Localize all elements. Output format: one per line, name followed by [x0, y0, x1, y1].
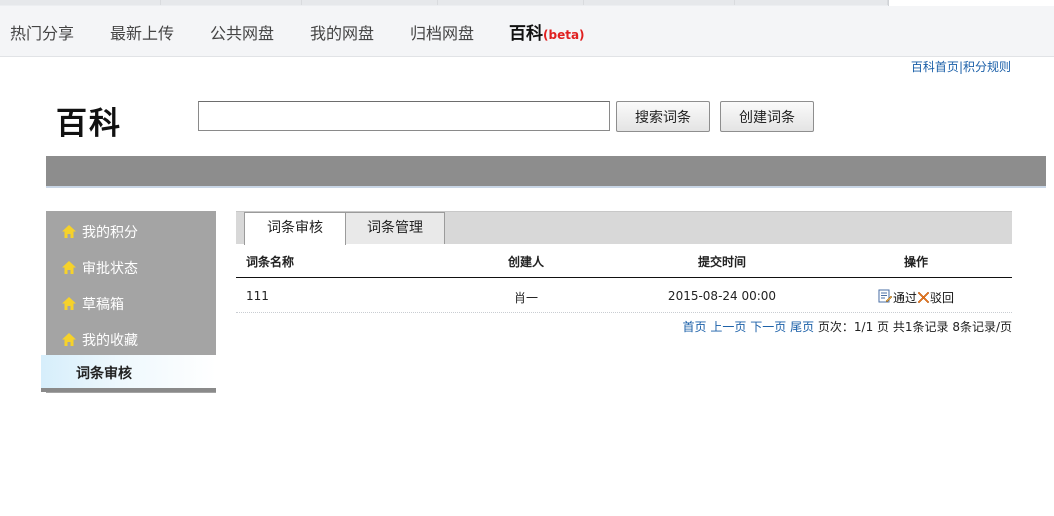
browser-tab[interactable] [735, 0, 888, 5]
sidebar-item-label: 审批状态 [82, 261, 138, 277]
reject-label: 驳回 [930, 291, 955, 305]
header-divider-bar [46, 156, 1046, 188]
table-row: 111 肖一 2015-08-24 00:00 通过 驳回 [236, 278, 1012, 313]
home-icon [62, 297, 76, 310]
entry-time: 2015-08-24 00:00 [667, 289, 777, 303]
nav-public-disk[interactable]: 公共网盘 [210, 20, 274, 44]
create-entry-button[interactable]: 创建词条 [720, 101, 814, 132]
browser-tab[interactable] [438, 0, 584, 5]
top-navigation: 热门分享 最新上传 公共网盘 我的网盘 归档网盘 百科(beta) [0, 0, 1054, 57]
entry-creator: 肖一 [513, 291, 539, 305]
sidebar-item-my-points[interactable]: 我的积分 [62, 222, 138, 242]
nav-wiki-label: 百科 [509, 24, 543, 44]
sidebar-item-drafts[interactable]: 草稿箱 [62, 294, 124, 314]
column-header-time: 提交时间 [697, 255, 747, 269]
sidebar-item-label: 我的积分 [82, 225, 138, 241]
top-links: 百科首页|积分规则 [911, 58, 1011, 75]
beta-badge: (beta) [543, 28, 585, 42]
table-header: 词条名称 创建人 提交时间 操作 [236, 243, 1012, 278]
wiki-logo: 百科 [56, 106, 122, 142]
sidebar-item-entry-review[interactable]: 词条审核 [41, 355, 216, 388]
column-header-actions: 操作 [903, 255, 929, 269]
sidebar-item-label: 词条审核 [76, 366, 132, 382]
browser-tab-strip [0, 0, 1054, 6]
sidebar-item-label: 草稿箱 [82, 297, 124, 313]
points-rules-link[interactable]: 积分规则 [963, 60, 1011, 74]
wiki-home-link[interactable]: 百科首页 [911, 60, 959, 74]
browser-tab[interactable] [161, 0, 302, 5]
browser-tab[interactable] [584, 0, 735, 5]
browser-tab[interactable] [0, 0, 161, 5]
pagination: 首页 上一页 下一页 尾页 页次：1/1 页 共1条记录 8条记录/页 [683, 318, 1012, 335]
approve-label: 通过 [892, 291, 917, 305]
pager-next[interactable]: 下一页 [750, 320, 786, 334]
reject-button[interactable]: 驳回 [917, 291, 954, 305]
pager-prev[interactable]: 上一页 [710, 320, 746, 334]
home-icon [62, 261, 76, 274]
home-icon [62, 225, 76, 238]
entry-name: 111 [246, 289, 269, 303]
pager-info: 页次：1/1 页 共1条记录 8条记录/页 [817, 320, 1012, 334]
sidebar-item-label: 我的收藏 [82, 333, 138, 349]
tab-entry-review[interactable]: 词条审核 [244, 212, 346, 245]
nav-my-disk[interactable]: 我的网盘 [310, 20, 374, 44]
sidebar-active-shadow [41, 388, 216, 392]
content-tabs: 词条审核 词条管理 [236, 211, 1012, 245]
column-header-creator: 创建人 [507, 255, 545, 269]
search-input[interactable] [198, 101, 610, 131]
nav-hot-share[interactable]: 热门分享 [10, 20, 74, 44]
approve-button[interactable]: 通过 [878, 289, 917, 305]
pager-last[interactable]: 尾页 [790, 320, 814, 334]
nav-wiki[interactable]: 百科(beta) [509, 19, 585, 44]
document-edit-icon [878, 289, 893, 303]
sidebar-item-approval-status[interactable]: 审批状态 [62, 258, 138, 278]
sidebar-item-favorites[interactable]: 我的收藏 [62, 330, 138, 350]
nav-archive-disk[interactable]: 归档网盘 [410, 20, 474, 44]
browser-tab-active[interactable] [888, 0, 1054, 6]
entry-review-table: 词条名称 创建人 提交时间 操作 111 肖一 2015-08-24 00:00… [236, 243, 1012, 313]
search-entry-button[interactable]: 搜索词条 [616, 101, 710, 132]
cross-icon [917, 291, 930, 304]
home-icon [62, 333, 76, 346]
nav-latest-upload[interactable]: 最新上传 [110, 20, 174, 44]
browser-tab[interactable] [302, 0, 438, 5]
column-header-name: 词条名称 [246, 255, 295, 269]
pager-first[interactable]: 首页 [683, 320, 707, 334]
tab-entry-management[interactable]: 词条管理 [346, 212, 445, 244]
entry-actions-wrap: 通过 驳回 [878, 289, 954, 306]
